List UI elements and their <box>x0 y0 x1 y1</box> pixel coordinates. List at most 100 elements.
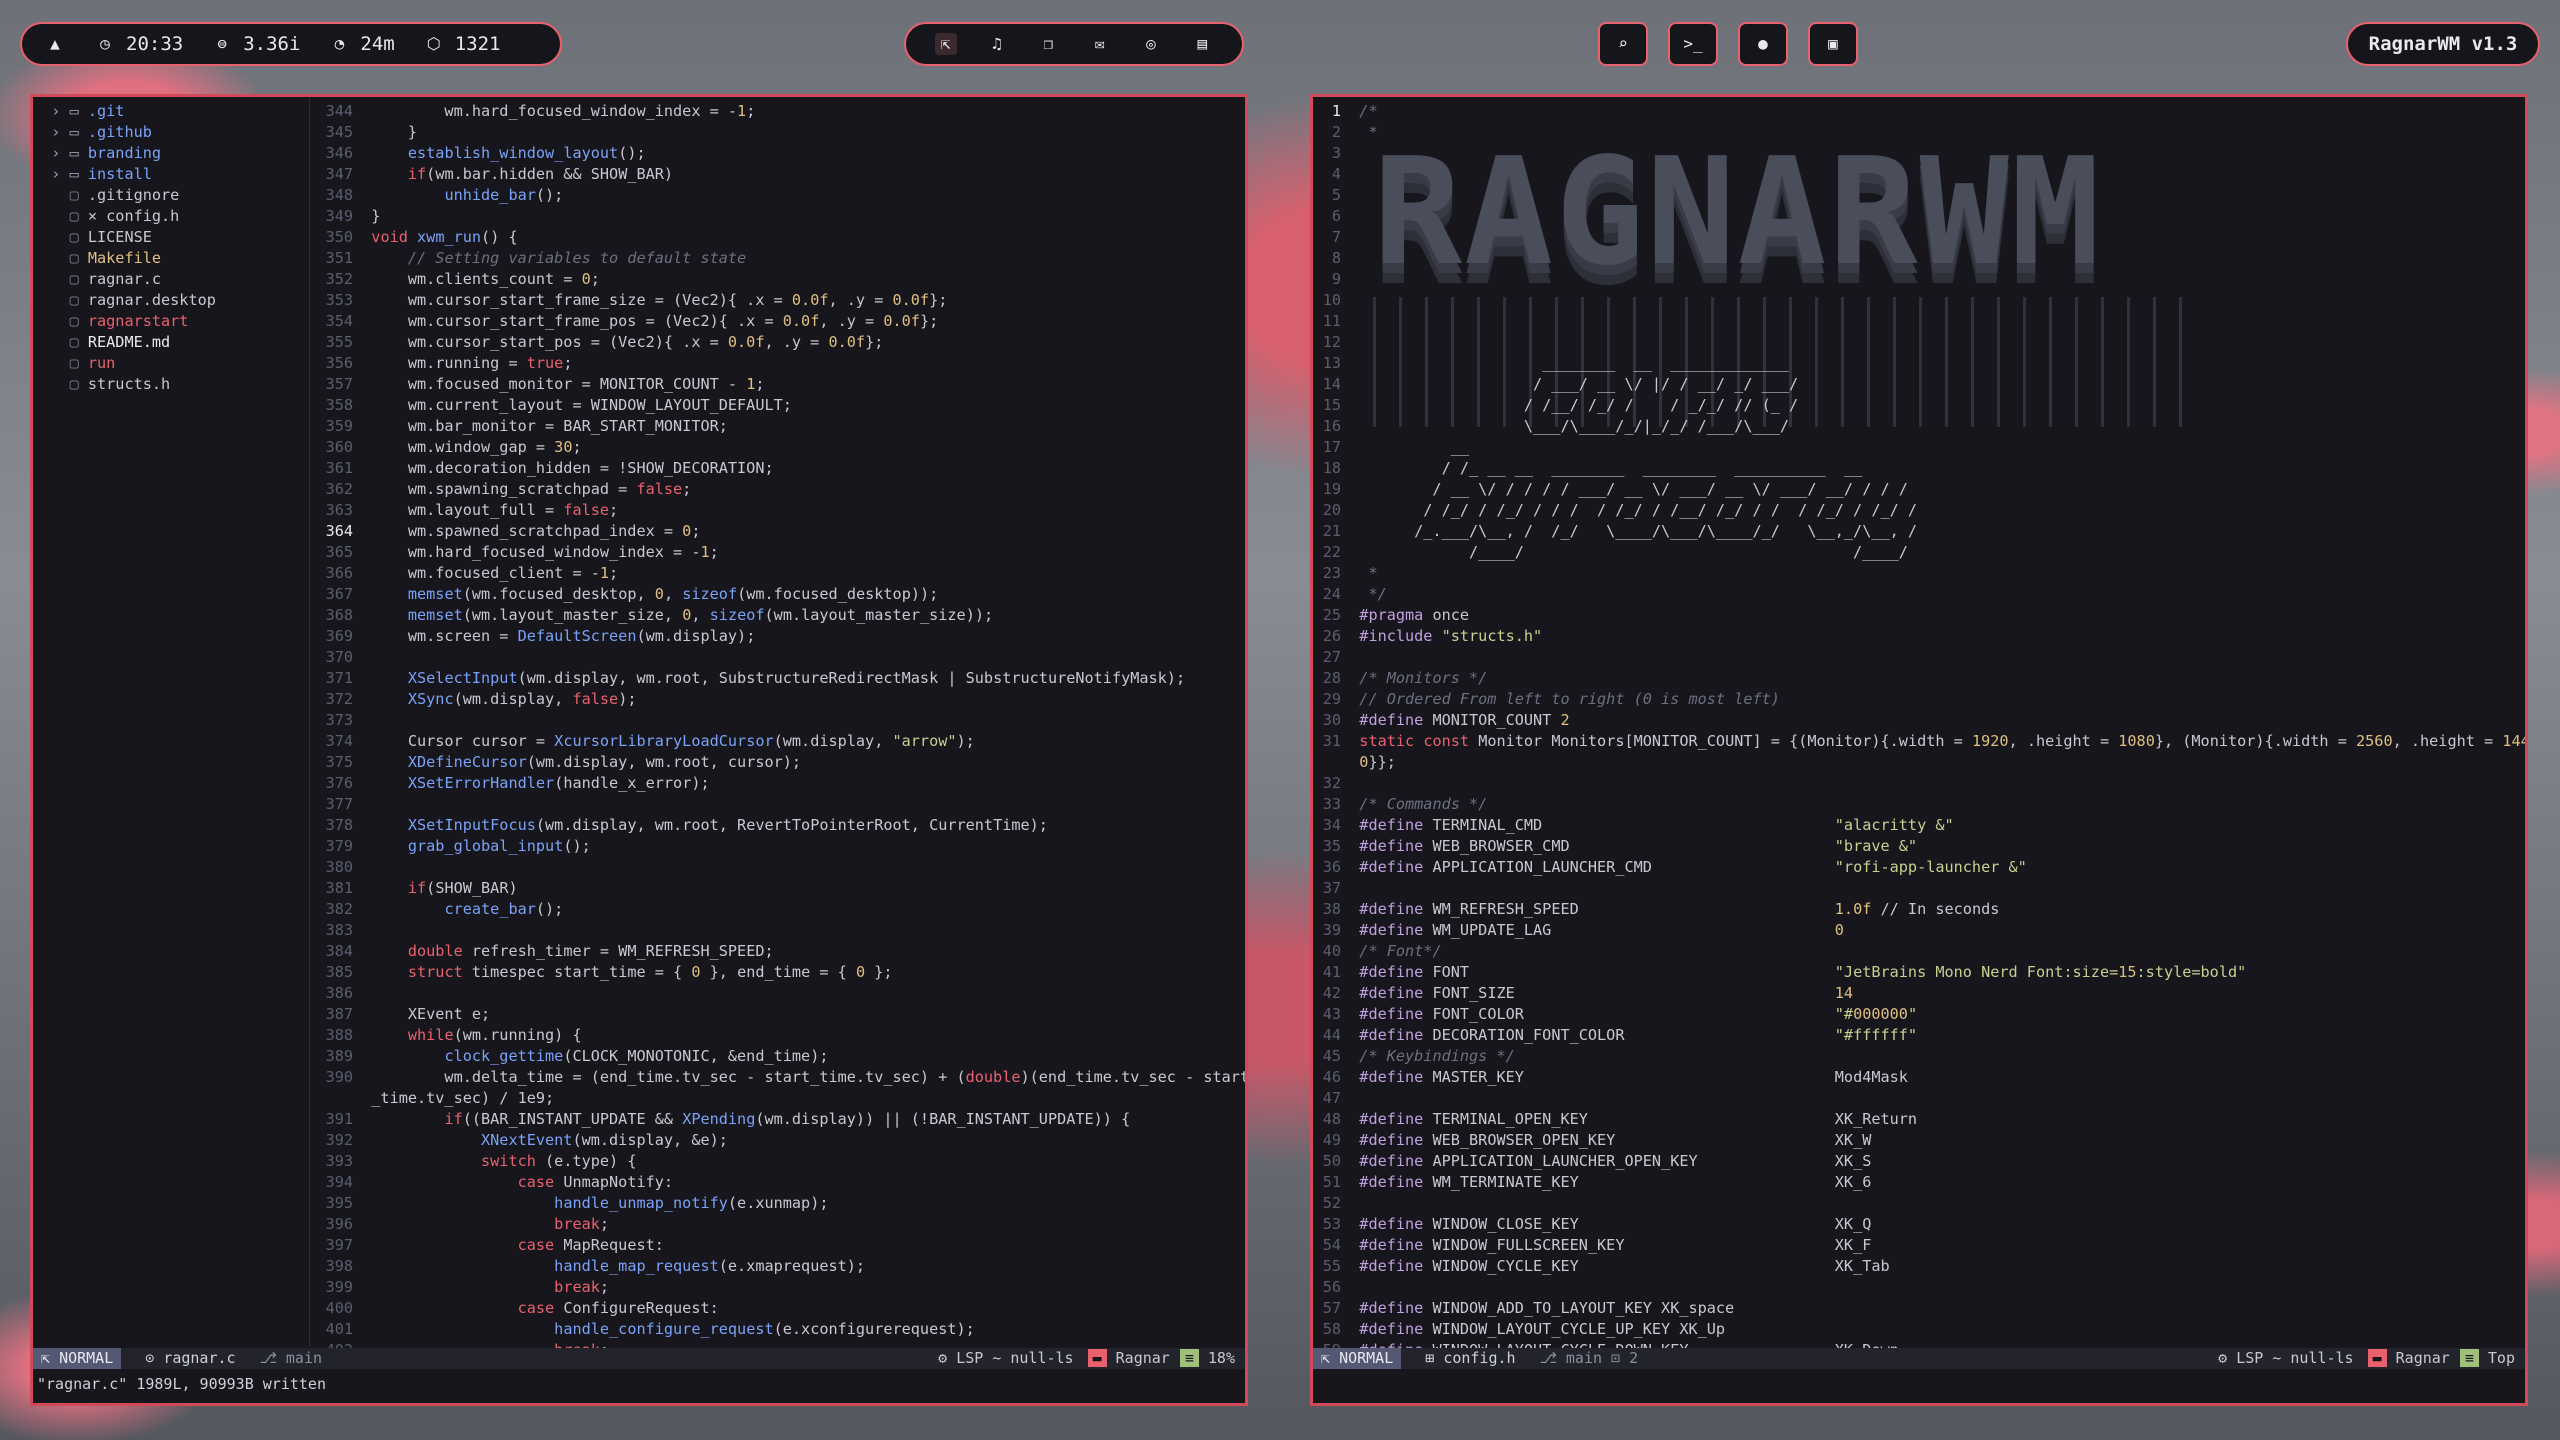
code-line[interactable]: 369 wm.screen = DefaultScreen(wm.display… <box>317 626 1245 647</box>
code-line[interactable]: 399 break; <box>317 1277 1245 1298</box>
code-line[interactable]: 362 wm.spawning_scratchpad = false; <box>317 479 1245 500</box>
code-line[interactable]: 398 handle_map_request(e.xmaprequest); <box>317 1256 1245 1277</box>
code-line[interactable]: 20 / /_/ / /_/ / / / / /_/ / /__/ /_/ / … <box>1317 500 2525 521</box>
code-line[interactable]: 34 #define TERMINAL_CMD "alacritty &" <box>1317 815 2525 836</box>
arch-logo-icon[interactable]: ▲ <box>44 33 66 55</box>
code-line[interactable]: 42 #define FONT_SIZE 14 <box>1317 983 2525 1004</box>
code-line[interactable]: 37 <box>1317 878 2525 899</box>
tree-item-readme-md[interactable]: ▢ README.md <box>33 332 301 353</box>
code-line[interactable]: 383 <box>317 920 1245 941</box>
code-line[interactable]: 51 #define WM_TERMINATE_KEY XK_6 <box>1317 1172 2525 1193</box>
code-line[interactable]: 35 #define WEB_BROWSER_CMD "brave &" <box>1317 836 2525 857</box>
tree-item-makefile[interactable]: ▢ Makefile <box>33 248 301 269</box>
code-line[interactable]: 12 <box>1317 332 2525 353</box>
code-line[interactable]: 30 #define MONITOR_COUNT 2 <box>1317 710 2525 731</box>
code-line[interactable]: 364 wm.spawned_scratchpad_index = 0; <box>317 521 1245 542</box>
code-line[interactable]: 351 // Setting variables to default stat… <box>317 248 1245 269</box>
code-line[interactable]: 25 #pragma once <box>1317 605 2525 626</box>
right-code-view[interactable]: 1 /* 2 * 3 4 5 6 7 8 9 10 11 12 13 _______… <box>1317 101 2525 1361</box>
wallpaper-button[interactable]: ▣ <box>1808 22 1858 66</box>
code-line[interactable]: 384 double refresh_timer = WM_REFRESH_SP… <box>317 941 1245 962</box>
code-line[interactable]: 54 #define WINDOW_FULLSCREEN_KEY XK_F <box>1317 1235 2525 1256</box>
code-line[interactable]: 361 wm.decoration_hidden = !SHOW_DECORAT… <box>317 458 1245 479</box>
code-line[interactable]: 55 #define WINDOW_CYCLE_KEY XK_Tab <box>1317 1256 2525 1277</box>
tree-item-ragnar-desktop[interactable]: ▢ ragnar.desktop <box>33 290 301 311</box>
code-line[interactable]: 392 XNextEvent(wm.display, &e); <box>317 1130 1245 1151</box>
code-line[interactable]: 39 #define WM_UPDATE_LAG 0 <box>1317 920 2525 941</box>
code-line[interactable]: 396 break; <box>317 1214 1245 1235</box>
code-line[interactable]: 32 <box>1317 773 2525 794</box>
code-line[interactable]: 46 #define MASTER_KEY Mod4Mask <box>1317 1067 2525 1088</box>
code-line[interactable]: 58 #define WINDOW_LAYOUT_CYCLE_UP_KEY XK… <box>1317 1319 2525 1340</box>
code-line[interactable]: 357 wm.focused_monitor = MONITOR_COUNT -… <box>317 374 1245 395</box>
code-line[interactable]: 377 <box>317 794 1245 815</box>
code-line[interactable]: 393 switch (e.type) { <box>317 1151 1245 1172</box>
code-line[interactable]: 367 memset(wm.focused_desktop, 0, sizeof… <box>317 584 1245 605</box>
code-line[interactable]: 376 XSetErrorHandler(handle_x_error); <box>317 773 1245 794</box>
code-line[interactable]: 24 */ <box>1317 584 2525 605</box>
code-line[interactable]: 390 wm.delta_time = (end_time.tv_sec - s… <box>317 1067 1245 1088</box>
code-line[interactable]: 6 <box>1317 206 2525 227</box>
code-line[interactable]: 49 #define WEB_BROWSER_OPEN_KEY XK_W <box>1317 1130 2525 1151</box>
code-line[interactable]: 358 wm.current_layout = WINDOW_LAYOUT_DE… <box>317 395 1245 416</box>
code-line[interactable]: 57 #define WINDOW_ADD_TO_LAYOUT_KEY XK_s… <box>1317 1298 2525 1319</box>
code-line[interactable]: 9 <box>1317 269 2525 290</box>
terminal-app-icon[interactable]: ⇱ <box>934 33 957 55</box>
code-line[interactable]: 26 #include "structs.h" <box>1317 626 2525 647</box>
code-line[interactable]: 386 <box>317 983 1245 1004</box>
tree-item--gitignore[interactable]: ▢ .gitignore <box>33 185 301 206</box>
code-line[interactable]: 41 #define FONT "JetBrains Mono Nerd Fon… <box>1317 962 2525 983</box>
right-editor-window[interactable]: RAGNARWM 1 /* 2 * 3 4 5 6 7 8 9 10 11 12 1… <box>1310 94 2528 1406</box>
code-line[interactable]: 29 // Ordered From left to right (0 is m… <box>1317 689 2525 710</box>
mail-icon[interactable]: ✉ <box>1089 33 1111 55</box>
tree-item--git[interactable]: › ▭ .git <box>33 101 301 122</box>
code-line[interactable]: 23 * <box>1317 563 2525 584</box>
code-line[interactable]: 17 __ <box>1317 437 2525 458</box>
notes-icon[interactable]: ▤ <box>1191 33 1213 55</box>
code-line[interactable]: 13 ________ __ _____________ <box>1317 353 2525 374</box>
code-line[interactable]: 368 memset(wm.layout_master_size, 0, siz… <box>317 605 1245 626</box>
code-line[interactable]: 356 wm.running = true; <box>317 353 1245 374</box>
code-line[interactable]: 56 <box>1317 1277 2525 1298</box>
tree-item-ragnarstart[interactable]: ▢ ragnarstart <box>33 311 301 332</box>
code-line[interactable]: 359 wm.bar_monitor = BAR_START_MONITOR; <box>317 416 1245 437</box>
code-line[interactable]: 366 wm.focused_client = -1; <box>317 563 1245 584</box>
record-button[interactable]: ● <box>1738 22 1788 66</box>
code-line[interactable]: 52 <box>1317 1193 2525 1214</box>
code-line[interactable]: 344 wm.hard_focused_window_index = -1; <box>317 101 1245 122</box>
code-line[interactable]: 349 } <box>317 206 1245 227</box>
code-line[interactable]: 36 #define APPLICATION_LAUNCHER_CMD "rof… <box>1317 857 2525 878</box>
code-line[interactable]: 0}}; <box>1317 752 2525 773</box>
code-line[interactable]: 395 handle_unmap_notify(e.xunmap); <box>317 1193 1245 1214</box>
code-line[interactable]: 389 clock_gettime(CLOCK_MONOTONIC, &end_… <box>317 1046 1245 1067</box>
code-line[interactable]: 348 unhide_bar(); <box>317 185 1245 206</box>
code-line[interactable]: 50 #define APPLICATION_LAUNCHER_OPEN_KEY… <box>1317 1151 2525 1172</box>
code-line[interactable]: 397 case MapRequest: <box>317 1235 1245 1256</box>
code-line[interactable]: 373 <box>317 710 1245 731</box>
tree-item-branding[interactable]: › ▭ branding <box>33 143 301 164</box>
tree-item-structs-h[interactable]: ▢ structs.h <box>33 374 301 395</box>
code-line[interactable]: 48 #define TERMINAL_OPEN_KEY XK_Return <box>1317 1109 2525 1130</box>
code-line[interactable]: 11 <box>1317 311 2525 332</box>
code-line[interactable]: 22 /____/ /____/ <box>1317 542 2525 563</box>
code-line[interactable]: 14 / ___/ __ \/ |/ / __/ _/ ___/ <box>1317 374 2525 395</box>
code-line[interactable]: 2 * <box>1317 122 2525 143</box>
tree-item--config-h[interactable]: ▢ × config.h <box>33 206 301 227</box>
code-line[interactable]: 4 <box>1317 164 2525 185</box>
code-line[interactable]: 5 <box>1317 185 2525 206</box>
code-line[interactable]: 18 / /_ __ __ ________ ________ ________… <box>1317 458 2525 479</box>
code-line[interactable]: 53 #define WINDOW_CLOSE_KEY XK_Q <box>1317 1214 2525 1235</box>
code-line[interactable]: 16 \___/\____/_/|_/_/ /___/\___/ <box>1317 416 2525 437</box>
tree-item--github[interactable]: › ▭ .github <box>33 122 301 143</box>
code-line[interactable]: 381 if(SHOW_BAR) <box>317 878 1245 899</box>
left-editor-window[interactable]: › ▭ .git › ▭ .github › ▭ branding › ▭ in… <box>30 94 1248 1406</box>
code-line[interactable]: 401 handle_configure_request(e.xconfigur… <box>317 1319 1245 1340</box>
search-button[interactable]: ⌕ <box>1598 22 1648 66</box>
code-line[interactable]: 374 Cursor cursor = XcursorLibraryLoadCu… <box>317 731 1245 752</box>
code-line[interactable]: 355 wm.cursor_start_pos = (Vec2){ .x = 0… <box>317 332 1245 353</box>
code-line[interactable]: 380 <box>317 857 1245 878</box>
code-line[interactable]: _time.tv_sec) / 1e9; <box>317 1088 1245 1109</box>
code-line[interactable]: 47 <box>1317 1088 2525 1109</box>
code-line[interactable]: 363 wm.layout_full = false; <box>317 500 1245 521</box>
code-line[interactable]: 3 <box>1317 143 2525 164</box>
